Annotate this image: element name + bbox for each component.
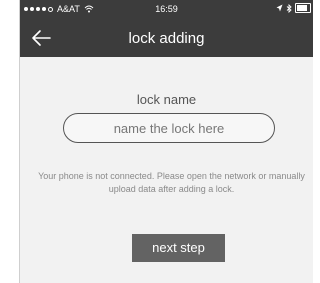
next-step-button[interactable]: next step: [132, 234, 225, 262]
header-bar: A&AT 16:59 lock adding: [20, 0, 313, 57]
battery-fill: [297, 5, 307, 11]
page-title: lock adding: [128, 30, 205, 47]
app-screen: A&AT 16:59 lock adding lock name name th…: [19, 0, 313, 283]
nav-bar: lock adding: [20, 22, 313, 54]
connection-notice: Your phone is not connected. Please open…: [38, 171, 305, 194]
lock-name-input[interactable]: [63, 113, 275, 143]
bluetooth-icon: [286, 3, 292, 13]
location-arrow-icon: [276, 4, 283, 12]
battery-icon: [295, 3, 311, 13]
status-bar: A&AT 16:59: [20, 0, 313, 18]
status-right: [276, 3, 311, 13]
status-time: 16:59: [155, 4, 178, 14]
lock-name-label: lock name: [136, 92, 197, 107]
